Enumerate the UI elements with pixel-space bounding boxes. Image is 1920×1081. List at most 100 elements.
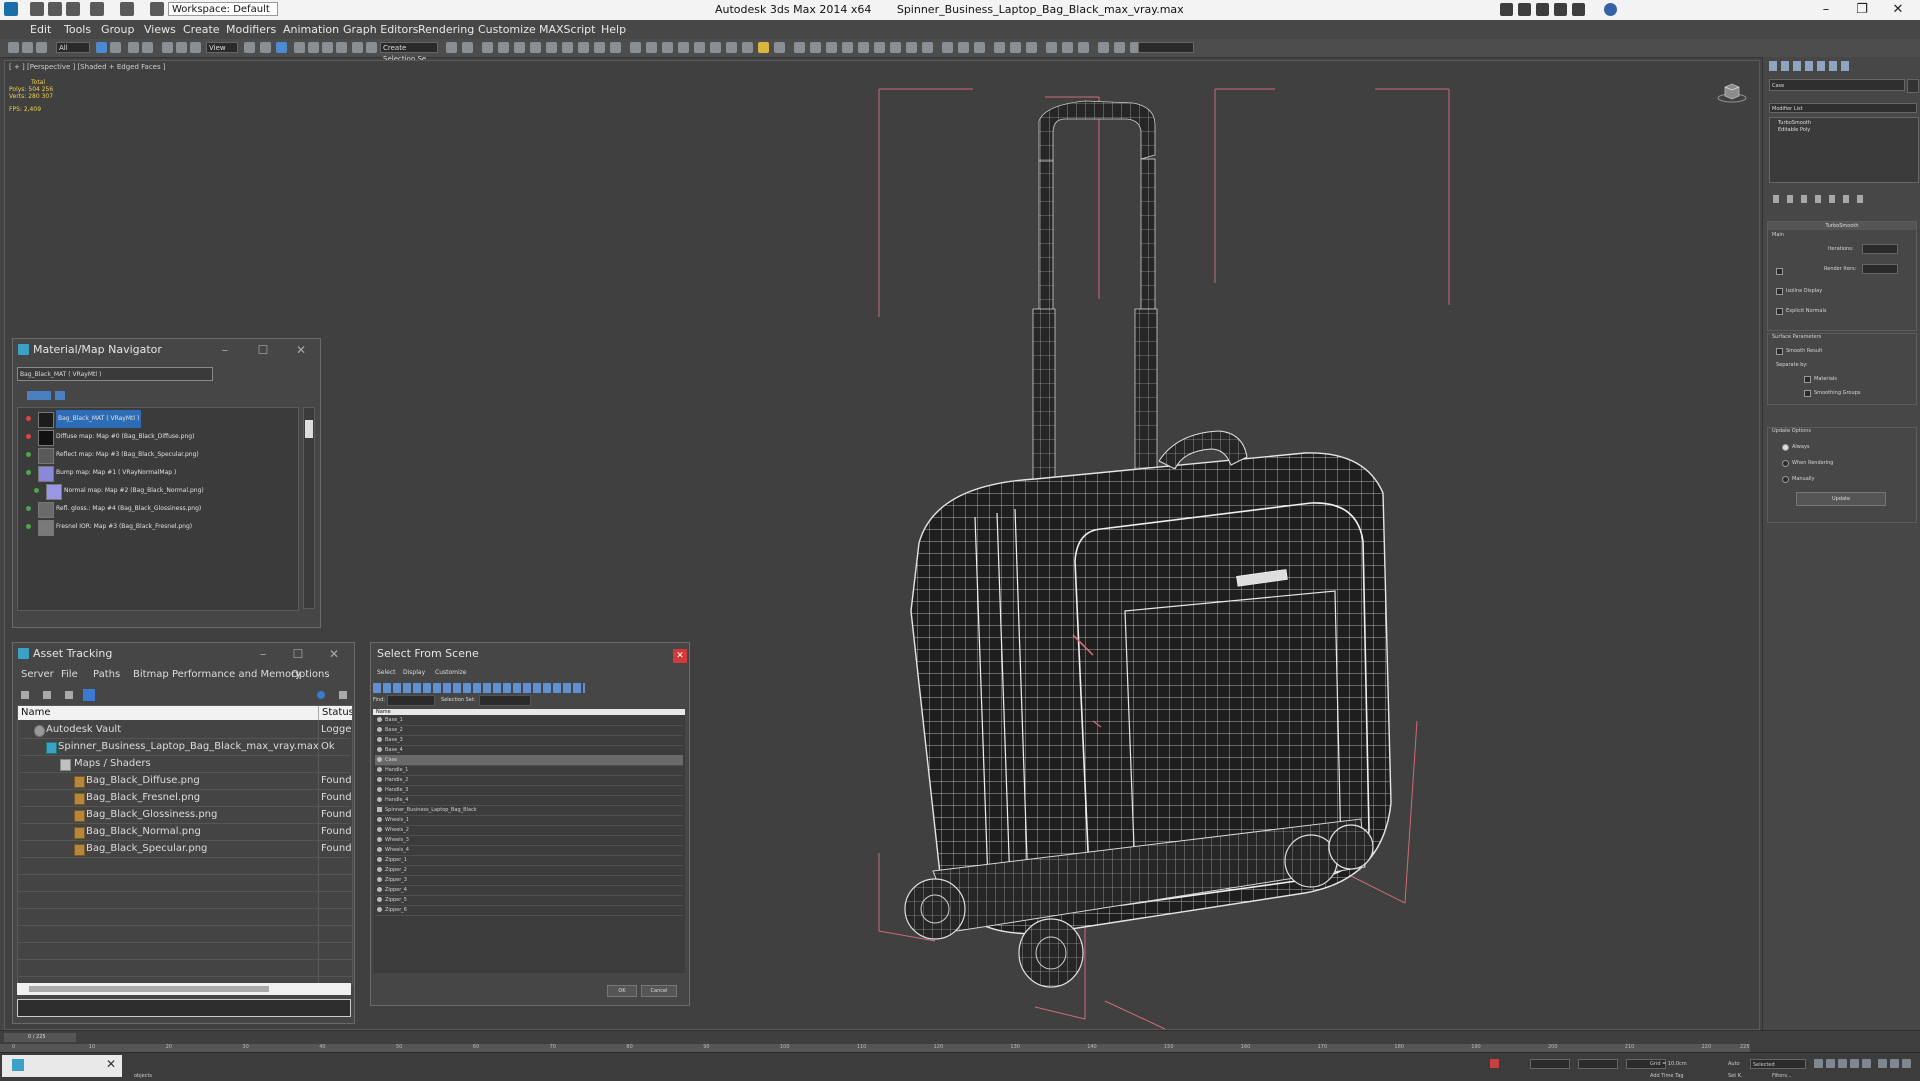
pivot-center-icon[interactable] [244, 42, 255, 53]
search-icon[interactable] [1500, 3, 1513, 16]
named-selection-set-dropdown[interactable]: Create Selection Se [380, 42, 438, 63]
material-node-glossiness[interactable]: Refl. gloss.: Map #4 (Bag_Black_Glossine… [18, 500, 288, 518]
view-icons-icon[interactable] [55, 391, 65, 400]
render-iters-spinner[interactable] [1862, 264, 1898, 274]
menu-display[interactable]: Display [403, 669, 425, 676]
vray-ies-icon[interactable] [794, 42, 805, 53]
menu-views[interactable]: Views [144, 23, 176, 36]
table-row[interactable]: Bag_Black_Normal.png Found [20, 824, 352, 841]
material-node-root[interactable]: Bag_Black_MAT ( VRayMtl ) [18, 410, 288, 428]
extra-tool-4-icon[interactable] [994, 42, 1005, 53]
menu-customize[interactable]: Customize [478, 23, 536, 36]
selection-filter-dropdown[interactable]: All [56, 42, 90, 53]
window-crossing-icon[interactable] [142, 42, 153, 53]
scene-explorer-icon[interactable] [482, 42, 493, 53]
project-folder-icon[interactable] [150, 2, 164, 16]
material-node-diffuse[interactable]: Diffuse map: Map #0 (Bag_Black_Diffuse.p… [18, 428, 288, 446]
close-icon[interactable]: ✕ [324, 645, 344, 663]
checkin-icon[interactable] [65, 691, 73, 699]
vray-dome-camera-icon[interactable] [826, 42, 837, 53]
menu-tools[interactable]: Tools [64, 23, 91, 36]
zoom-icon[interactable] [1878, 1059, 1887, 1068]
always-radio[interactable] [1782, 444, 1789, 451]
curve-editor-icon[interactable] [530, 42, 541, 53]
extra-tool-5-icon[interactable] [1010, 42, 1021, 53]
material-editor-icon[interactable] [562, 42, 573, 53]
material-name-field[interactable]: Bag_Black_MAT ( VRayMtl ) [17, 367, 213, 381]
help-icon[interactable] [317, 691, 325, 699]
material-node-bump[interactable]: Bump map: Map #1 ( VRayNormalMap ) [18, 464, 288, 482]
manually-radio[interactable] [1782, 476, 1789, 483]
star-icon[interactable] [1572, 3, 1585, 16]
move-icon[interactable] [162, 42, 173, 53]
vray-light-icon[interactable] [774, 42, 785, 53]
next-frame-icon[interactable] [1850, 1059, 1859, 1068]
go-to-end-icon[interactable] [1862, 1059, 1871, 1068]
edit-named-selection-icon[interactable] [352, 42, 363, 53]
materials-checkbox[interactable] [1804, 376, 1811, 383]
list-item[interactable]: Zipper_6 [375, 905, 683, 916]
menu-options[interactable]: Options [291, 669, 330, 680]
extra-tool-9-icon[interactable] [1078, 42, 1089, 53]
named-selection-icon[interactable] [366, 42, 377, 53]
graphite-toggle-icon[interactable] [514, 42, 525, 53]
key-icon[interactable] [1554, 3, 1567, 16]
menu-graph-editors[interactable]: Graph Editors [343, 23, 419, 36]
select-from-scene-dialog[interactable]: Select From Scene ✕ Select Display Custo… [370, 642, 690, 1006]
scrollbar-thumb[interactable] [305, 420, 313, 438]
render-setup-icon[interactable] [578, 42, 589, 53]
menu-group[interactable]: Group [101, 23, 135, 36]
command-panel-tabs[interactable] [1769, 61, 1849, 71]
isoline-display-checkbox[interactable] [1776, 288, 1783, 295]
material-node-reflect[interactable]: Reflect map: Map #3 (Bag_Black_Specular.… [18, 446, 288, 464]
extra-tool-7-icon[interactable] [1046, 42, 1057, 53]
render-icon[interactable] [610, 42, 621, 53]
select-link-icon[interactable] [8, 42, 19, 53]
vray-object-properties-icon[interactable] [858, 42, 869, 53]
maximize-icon[interactable]: ☐ [253, 341, 273, 359]
menu-rendering[interactable]: Rendering [418, 23, 474, 36]
workspace-dropdown[interactable]: Workspace: Default [168, 2, 278, 16]
go-to-start-icon[interactable] [1814, 1059, 1823, 1068]
bind-space-warp-icon[interactable] [36, 42, 47, 53]
orbit-icon[interactable] [1902, 1059, 1911, 1068]
table-view-icon[interactable] [83, 689, 95, 701]
open-file-icon[interactable] [48, 2, 62, 16]
snaps-toggle-icon[interactable] [294, 42, 305, 53]
explicit-normals-checkbox[interactable] [1776, 308, 1783, 315]
menu-select[interactable]: Select [377, 669, 396, 676]
selection-set-dropdown[interactable] [479, 695, 531, 706]
extra-tool-icon[interactable] [942, 42, 953, 53]
play-icon[interactable] [1838, 1059, 1847, 1068]
material-map-navigator-window[interactable]: Material/Map Navigator – ☐ ✕ Bag_Black_M… [12, 338, 321, 628]
close-icon[interactable]: ✕ [106, 1057, 116, 1071]
undo-icon[interactable] [90, 2, 104, 16]
close-icon[interactable]: ✕ [1878, 1, 1918, 19]
vray-tools-icon[interactable] [646, 42, 657, 53]
table-row[interactable]: Bag_Black_Glossiness.png Found [20, 807, 352, 824]
filter-toolbar[interactable] [373, 683, 585, 693]
rollout-title[interactable]: TurboSmooth [1768, 222, 1916, 230]
vray-dome-light-icon[interactable] [742, 42, 753, 53]
vray-mesh-export-icon[interactable] [906, 42, 917, 53]
object-color-swatch[interactable] [1907, 79, 1919, 93]
redo-icon[interactable] [120, 2, 134, 16]
stack-item-editable-poly[interactable]: Editable Poly [1778, 127, 1810, 133]
vray-proxy-icon[interactable] [678, 42, 689, 53]
when-rendering-radio[interactable] [1782, 460, 1789, 467]
mirror-icon[interactable] [446, 42, 457, 53]
table-row[interactable]: Bag_Black_Specular.png Found [20, 841, 352, 858]
tools-icon[interactable] [1536, 3, 1549, 16]
unlink-icon[interactable] [22, 42, 33, 53]
set-key-button[interactable]: Set K. [1728, 1073, 1743, 1079]
minimize-icon[interactable]: – [253, 645, 273, 663]
material-node-normal[interactable]: Normal map: Map #2 (Bag_Black_Normal.png… [18, 482, 288, 500]
iterations-spinner[interactable] [1862, 244, 1898, 254]
smoothing-groups-checkbox[interactable] [1804, 390, 1811, 397]
x-coordinate-field[interactable] [1530, 1059, 1570, 1069]
y-coordinate-field[interactable] [1578, 1059, 1618, 1069]
angle-snap-icon[interactable] [308, 42, 319, 53]
column-status-header[interactable]: Status [318, 706, 352, 720]
scrollbar-thumb[interactable] [29, 986, 269, 992]
render-iters-checkbox[interactable] [1776, 268, 1783, 275]
